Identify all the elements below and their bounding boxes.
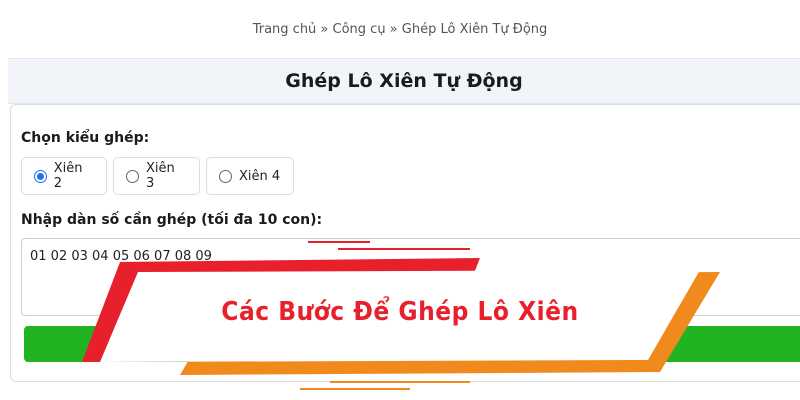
page: Trang chủ » Công cụ » Ghép Lô Xiên Tự Độ… [0,0,800,400]
breadcrumb[interactable]: Trang chủ » Công cụ » Ghép Lô Xiên Tự Độ… [0,0,800,58]
title-bar: Ghép Lô Xiên Tự Động [8,58,800,104]
option-xien-3[interactable]: Xiên 3 [113,157,200,195]
type-label: Chọn kiểu ghép: [21,130,150,146]
radio-icon[interactable] [219,169,232,183]
radio-icon[interactable] [126,169,139,183]
radio-checked-icon[interactable] [34,169,47,183]
submit-button[interactable] [24,326,800,362]
page-title: Ghép Lô Xiên Tự Động [285,70,523,92]
option-label: Xiên 2 [53,161,83,191]
input-label: Nhập dàn số cần ghép (tối đa 10 con): [21,212,323,228]
option-xien-4[interactable]: Xiên 4 [206,157,294,195]
numbers-input[interactable]: 01 02 03 04 05 06 07 08 09 [21,238,800,316]
option-label: Xiên 3 [145,161,175,191]
option-label: Xiên 4 [239,168,281,184]
option-xien-2[interactable]: Xiên 2 [21,157,107,195]
